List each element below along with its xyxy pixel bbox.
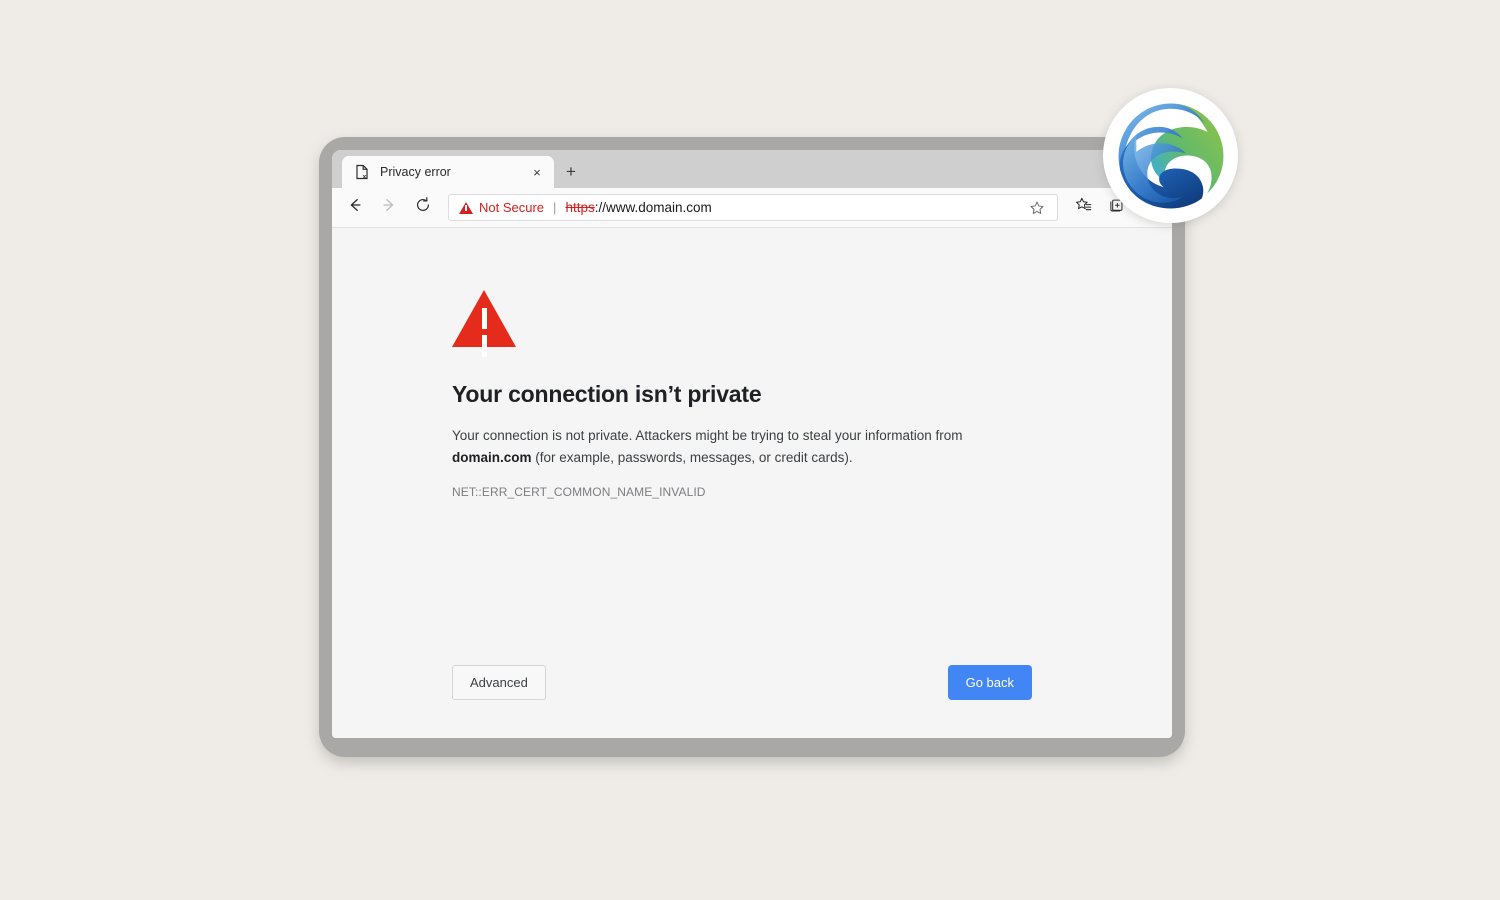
edge-logo-icon <box>1118 103 1223 208</box>
favorites-list-button[interactable] <box>1069 193 1099 223</box>
exclamation-dot <box>481 335 487 340</box>
red-warning-triangle-icon <box>452 290 516 347</box>
tab-strip: x Privacy error × + <box>332 150 1172 188</box>
error-actions: Advanced Go back <box>452 665 1032 700</box>
reload-button[interactable] <box>408 193 438 223</box>
privacy-error-page: Your connection isn’t private Your conne… <box>332 228 1172 738</box>
reload-icon <box>414 196 432 219</box>
page-title: Your connection isn’t private <box>452 381 762 407</box>
svg-text:x: x <box>363 173 367 180</box>
back-button[interactable] <box>340 193 370 223</box>
error-description-part1: Your connection is not private. Attacker… <box>452 428 963 443</box>
url-scheme-strikethrough: https <box>565 200 595 215</box>
not-secure-indicator[interactable]: Not Secure <box>459 200 544 215</box>
not-secure-label: Not Secure <box>479 200 545 215</box>
favorites-list-icon <box>1075 196 1093 219</box>
warning-triangle-icon <box>459 201 473 214</box>
forward-arrow-icon <box>380 196 398 219</box>
error-code: NET::ERR_CERT_COMMON_NAME_INVALID <box>452 485 706 499</box>
browser-toolbar: Not Secure | https://www.domain.com <box>332 188 1172 228</box>
close-icon[interactable]: × <box>528 163 546 181</box>
microsoft-edge-logo <box>1103 88 1238 223</box>
forward-button[interactable] <box>374 193 404 223</box>
browser-window: x Privacy error × + Not Secure | https:/… <box>332 150 1172 738</box>
address-separator: | <box>553 200 557 215</box>
tab-title: Privacy error <box>380 165 451 179</box>
advanced-button[interactable]: Advanced <box>452 665 546 700</box>
url-host: ://www.domain.com <box>594 200 712 215</box>
url-text: https://www.domain.com <box>565 200 1025 215</box>
error-description: Your connection is not private. Attacker… <box>452 425 1042 469</box>
back-arrow-icon <box>346 196 364 219</box>
error-domain: domain.com <box>452 450 532 465</box>
go-back-button[interactable]: Go back <box>947 665 1032 700</box>
tab-privacy-error[interactable]: x Privacy error × <box>342 156 554 188</box>
address-bar[interactable]: Not Secure | https://www.domain.com <box>448 194 1058 221</box>
favorite-star-icon[interactable] <box>1025 200 1049 216</box>
error-description-part2: (for example, passwords, messages, or cr… <box>531 450 853 465</box>
new-tab-button[interactable]: + <box>560 161 582 183</box>
broken-page-icon: x <box>354 164 370 180</box>
